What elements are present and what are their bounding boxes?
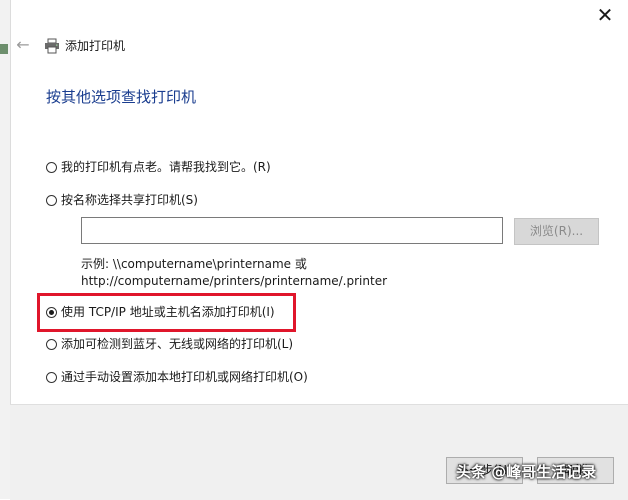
example-line-1: 示例: \\computername\printername 或 bbox=[81, 257, 307, 271]
option-label: 我的打印机有点老。请帮我找到它。(R) bbox=[61, 160, 271, 174]
option-old-printer[interactable]: 我的打印机有点老。请帮我找到它。(R) bbox=[46, 158, 271, 176]
back-arrow-icon[interactable]: ← bbox=[14, 36, 32, 54]
close-icon[interactable]: ✕ bbox=[592, 2, 618, 28]
background-window-marker bbox=[0, 44, 8, 54]
radio-button-selected[interactable] bbox=[46, 306, 57, 318]
radio-button[interactable] bbox=[46, 338, 57, 350]
example-line-2: http://computername/printers/printername… bbox=[81, 274, 388, 288]
option-label: 通过手动设置添加本地打印机或网络打印机(O) bbox=[61, 370, 308, 384]
printer-icon bbox=[45, 38, 59, 54]
radio-button[interactable] bbox=[46, 194, 57, 206]
watermark: 头条 @峰哥生活记录 bbox=[456, 463, 597, 481]
option-label: 添加可检测到蓝牙、无线或网络的打印机(L) bbox=[61, 337, 294, 351]
option-label: 使用 TCP/IP 地址或主机名添加打印机(I) bbox=[61, 305, 275, 319]
option-manual-local[interactable]: 通过手动设置添加本地打印机或网络打印机(O) bbox=[46, 368, 308, 386]
radio-button[interactable] bbox=[46, 161, 57, 173]
printer-name-input[interactable] bbox=[81, 217, 503, 244]
page-heading: 按其他选项查找打印机 bbox=[46, 88, 197, 106]
option-bluetooth-wireless[interactable]: 添加可检测到蓝牙、无线或网络的打印机(L) bbox=[46, 335, 293, 353]
footer-bar bbox=[10, 404, 628, 500]
browse-button[interactable]: 浏览(R)... bbox=[514, 218, 599, 245]
option-shared-printer[interactable]: 按名称选择共享打印机(S) bbox=[46, 191, 198, 209]
wizard-title: 添加打印机 bbox=[65, 39, 126, 53]
option-label: 按名称选择共享打印机(S) bbox=[61, 193, 198, 207]
radio-button[interactable] bbox=[46, 371, 57, 383]
option-tcpip[interactable]: 使用 TCP/IP 地址或主机名添加打印机(I) bbox=[46, 303, 275, 321]
